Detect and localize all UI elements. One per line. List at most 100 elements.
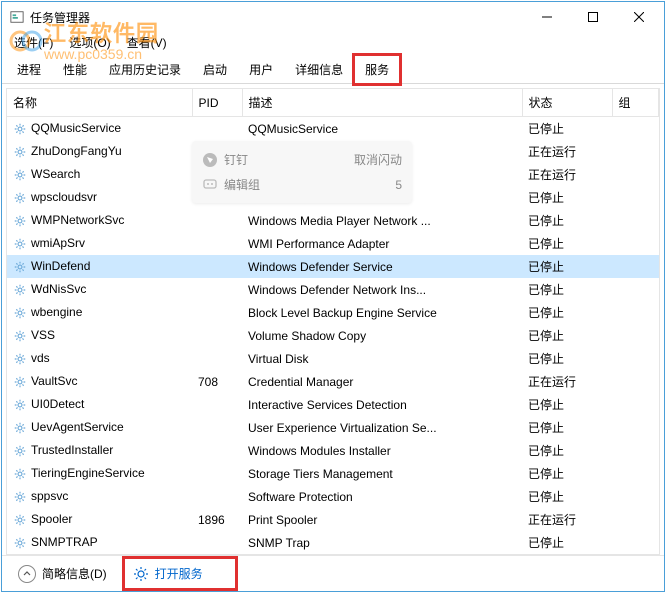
tab-5[interactable]: 详细信息 (284, 55, 354, 84)
tab-6[interactable]: 服务 (354, 55, 400, 84)
maximize-button[interactable] (570, 2, 616, 32)
service-group (612, 301, 659, 324)
service-name: UevAgentService (31, 420, 124, 434)
service-desc: Software Protection (242, 485, 522, 508)
gear-icon (13, 467, 27, 481)
service-pid (192, 278, 242, 301)
service-status: 正在运行 (522, 163, 612, 186)
service-status: 已停止 (522, 117, 612, 141)
service-status: 已停止 (522, 324, 612, 347)
tab-2[interactable]: 应用历史记录 (98, 55, 192, 84)
service-status: 已停止 (522, 232, 612, 255)
gear-icon (13, 444, 27, 458)
service-group (612, 508, 659, 531)
chat-icon (202, 177, 218, 193)
notif-cancel-flash[interactable]: 取消闪动 (354, 151, 402, 168)
gear-icon (13, 513, 27, 527)
col-header-name[interactable]: 名称 (7, 89, 192, 117)
table-row[interactable]: WinDefendWindows Defender Service已停止 (7, 255, 659, 278)
col-header-status[interactable]: 状态 (522, 89, 612, 117)
gear-icon (13, 283, 27, 297)
service-desc: Volume Shadow Copy (242, 324, 522, 347)
tabbar: 进程性能应用历史记录启动用户详细信息服务 (2, 54, 664, 84)
table-row[interactable]: wmiApSrvWMI Performance Adapter已停止 (7, 232, 659, 255)
service-desc: WMI Performance Adapter (242, 232, 522, 255)
table-row[interactable]: QQMusicServiceQQMusicService已停止 (7, 117, 659, 141)
table-row[interactable]: UevAgentServiceUser Experience Virtualiz… (7, 416, 659, 439)
table-row[interactable]: TrustedInstallerWindows Modules Installe… (7, 439, 659, 462)
service-group (612, 209, 659, 232)
minimize-button[interactable] (524, 2, 570, 32)
gear-icon (13, 352, 27, 366)
service-desc: Storage Tiers Management (242, 462, 522, 485)
gear-icon (13, 536, 27, 550)
brief-info-button[interactable]: 简略信息(D) (12, 561, 113, 587)
col-header-group[interactable]: 组 (612, 89, 659, 117)
table-row[interactable]: VSS Volume Shadow Copy已停止 (7, 324, 659, 347)
service-status: 已停止 (522, 462, 612, 485)
close-button[interactable] (616, 2, 662, 32)
col-header-pid[interactable]: PID (192, 89, 242, 117)
tab-1[interactable]: 性能 (52, 55, 98, 84)
notification-overlay: 钉钉 取消闪动 编辑组 5 (192, 141, 412, 203)
tab-3[interactable]: 启动 (192, 55, 238, 84)
service-status: 已停止 (522, 439, 612, 462)
service-pid (192, 347, 242, 370)
gear-icon (13, 145, 27, 159)
service-desc: Credential Manager (242, 370, 522, 393)
table-row[interactable]: sppsvc Software Protection已停止 (7, 485, 659, 508)
service-status: 已停止 (522, 186, 612, 209)
tab-0[interactable]: 进程 (6, 55, 52, 84)
service-desc: Block Level Backup Engine Service (242, 301, 522, 324)
table-row[interactable]: TieringEngineServiceStorage Tiers Manage… (7, 462, 659, 485)
service-group (612, 117, 659, 141)
gear-icon (13, 214, 27, 228)
service-name: sppsvc (31, 489, 68, 503)
app-icon (10, 10, 24, 24)
table-row[interactable]: WMPNetworkSvcWindows Media Player Networ… (7, 209, 659, 232)
dingtalk-icon (202, 152, 218, 168)
service-name: ZhuDongFangYu (31, 144, 122, 158)
notif-edit-group-label[interactable]: 编辑组 (224, 176, 260, 193)
service-group (612, 140, 659, 163)
service-desc: Windows Defender Service (242, 255, 522, 278)
service-status: 已停止 (522, 301, 612, 324)
gear-icon (13, 168, 27, 182)
menubar: 选件(F) 选项(O) 查看(V) (2, 32, 664, 52)
service-desc: SNMP Trap (242, 531, 522, 554)
service-name: wbengine (31, 305, 82, 319)
service-status: 已停止 (522, 531, 612, 554)
service-pid (192, 301, 242, 324)
footer: 简略信息(D) 打开服务 (2, 555, 664, 591)
service-status: 已停止 (522, 278, 612, 301)
service-status: 已停止 (522, 393, 612, 416)
menu-options[interactable]: 选项(O) (63, 32, 116, 53)
task-manager-window: 任务管理器 选件(F) 选项(O) 查看(V) 进程性能应用历史记录启动用户详细… (1, 1, 665, 592)
service-pid (192, 209, 242, 232)
menu-view[interactable]: 查看(V) (121, 32, 173, 53)
table-row[interactable]: vdsVirtual Disk已停止 (7, 347, 659, 370)
service-name: VaultSvc (31, 374, 77, 388)
gear-icon (13, 122, 27, 136)
table-row[interactable]: Spooler1896Print Spooler正在运行 (7, 508, 659, 531)
menu-file[interactable]: 选件(F) (8, 32, 59, 53)
service-name: WSearch (31, 167, 80, 181)
open-services-button[interactable]: 打开服务 (127, 561, 233, 586)
gear-icon (13, 490, 27, 504)
chevron-up-icon (18, 565, 36, 583)
col-header-desc[interactable]: 描述 (242, 89, 522, 117)
service-pid (192, 485, 242, 508)
service-pid: 708 (192, 370, 242, 393)
gear-icon (13, 421, 27, 435)
tab-4[interactable]: 用户 (238, 55, 284, 84)
service-name: VSS (31, 328, 55, 342)
service-name: WMPNetworkSvc (31, 213, 124, 227)
table-row[interactable]: SNMPTRAPSNMP Trap已停止 (7, 531, 659, 554)
table-row[interactable]: UI0DetectInteractive Services Detection已… (7, 393, 659, 416)
service-desc: QQMusicService (242, 117, 522, 141)
service-group (612, 347, 659, 370)
table-row[interactable]: VaultSvc708Credential Manager正在运行 (7, 370, 659, 393)
table-row[interactable]: wbengine Block Level Backup Engine Servic… (7, 301, 659, 324)
table-row[interactable]: WdNisSvcWindows Defender Network Ins...已… (7, 278, 659, 301)
service-status: 已停止 (522, 485, 612, 508)
